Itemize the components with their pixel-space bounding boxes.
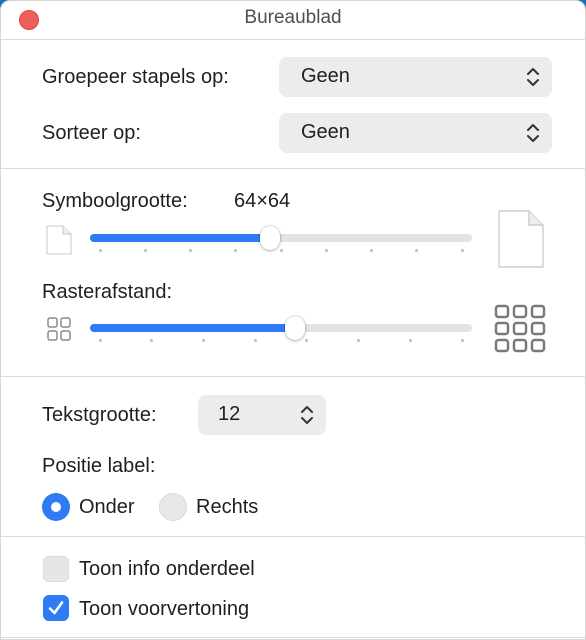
window-title: Bureaublad	[244, 7, 342, 28]
slider-tick	[460, 249, 464, 252]
radio-right[interactable]	[159, 493, 187, 521]
slider-tick	[143, 249, 147, 252]
group-by-popup[interactable]: Geen	[279, 57, 552, 97]
radio-right-label: Rechts	[196, 496, 259, 518]
slider-tick	[98, 249, 102, 252]
slider-tick	[234, 249, 238, 252]
slider-tick	[189, 249, 192, 252]
checkmark-icon	[48, 601, 64, 615]
up-down-chevron-icon	[301, 406, 313, 424]
separator	[1, 637, 585, 638]
icon-size-value: 64×64	[234, 190, 291, 212]
text-size-popup[interactable]: 12	[198, 395, 326, 435]
slider-tick	[253, 339, 257, 342]
slider-tick	[201, 339, 205, 342]
icon-size-label: Symboolgrootte:	[42, 190, 188, 212]
text-size-label: Tekstgrootte:	[42, 404, 157, 426]
slider-tick	[279, 249, 283, 252]
grid-spacing-slider[interactable]	[90, 315, 472, 345]
group-by-label: Groepeer stapels op:	[42, 66, 229, 88]
show-item-info-checkbox[interactable]	[43, 556, 69, 582]
sort-by-popup[interactable]: Geen	[279, 113, 552, 153]
sort-by-label: Sorteer op:	[42, 122, 141, 144]
large-grid-icon	[494, 304, 546, 353]
slider-tick	[305, 339, 309, 342]
slider-tick	[150, 339, 154, 342]
sort-by-value: Geen	[301, 121, 350, 143]
separator	[1, 536, 585, 537]
up-down-chevron-icon	[527, 68, 539, 86]
slider-tick	[460, 339, 464, 342]
slider-tick	[324, 249, 328, 252]
show-preview-label: Toon voorvertoning	[79, 598, 250, 620]
show-preview-checkbox[interactable]	[43, 595, 69, 621]
slider-fill	[90, 234, 271, 242]
show-item-info-label: Toon info onderdeel	[79, 558, 255, 580]
slider-fill	[90, 324, 296, 332]
up-down-chevron-icon	[527, 124, 539, 142]
separator	[1, 168, 585, 169]
slider-thumb[interactable]	[260, 226, 281, 250]
large-document-icon	[498, 210, 544, 268]
small-document-icon	[46, 225, 72, 255]
grid-spacing-label: Rasterafstand:	[42, 281, 173, 303]
slider-tick	[98, 339, 102, 342]
title-bar: Bureaublad	[1, 1, 585, 40]
desktop-view-options-window: Bureaublad Groepeer stapels op: Geen Sor…	[0, 0, 586, 640]
slider-tick	[408, 339, 412, 342]
slider-tick	[357, 339, 361, 342]
slider-tick	[415, 249, 419, 252]
text-size-value: 12	[218, 403, 241, 425]
label-position-label: Positie label:	[42, 455, 156, 477]
separator	[1, 376, 585, 377]
radio-bottom-label: Onder	[79, 496, 135, 518]
icon-size-slider[interactable]	[90, 225, 472, 255]
radio-bottom[interactable]	[42, 493, 70, 521]
slider-thumb[interactable]	[285, 316, 306, 340]
small-grid-icon	[47, 317, 71, 341]
group-by-value: Geen	[301, 65, 350, 87]
slider-tick	[370, 249, 373, 252]
